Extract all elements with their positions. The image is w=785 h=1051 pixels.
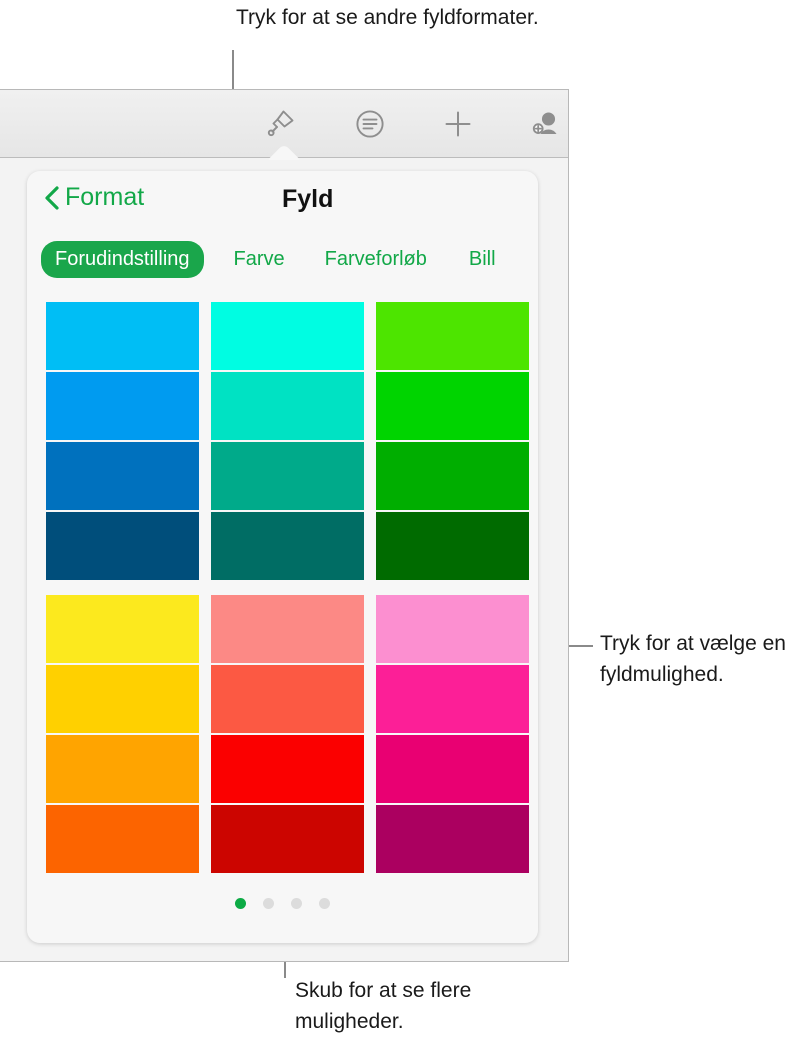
swatch[interactable]: [376, 735, 529, 803]
plus-icon[interactable]: [432, 98, 484, 150]
swatch[interactable]: [211, 665, 364, 733]
swatch[interactable]: [211, 735, 364, 803]
swatch-column-green: [376, 302, 529, 580]
swatch[interactable]: [46, 372, 199, 440]
swatch[interactable]: [46, 665, 199, 733]
page-indicator-dots: [27, 898, 538, 909]
swatch[interactable]: [46, 735, 199, 803]
swatch-column-teal: [211, 302, 364, 580]
swatch[interactable]: [376, 665, 529, 733]
swatch[interactable]: [46, 512, 199, 580]
fill-type-tabs: Forudindstilling Farve Farveforløb Bill: [27, 233, 538, 285]
swatch[interactable]: [211, 372, 364, 440]
back-button-label: Format: [65, 183, 145, 211]
page-dot[interactable]: [235, 898, 246, 909]
swatch-column-yellow-orange: [46, 595, 199, 873]
tab-farveforloeb[interactable]: Farveforløb: [311, 241, 441, 278]
tab-farve[interactable]: Farve: [220, 241, 299, 278]
swatch[interactable]: [376, 595, 529, 663]
callout-top-text: Tryk for at se andre fyldformater.: [236, 6, 539, 29]
swatch-grid-bottom: [46, 595, 529, 873]
swatch[interactable]: [376, 512, 529, 580]
page-dot[interactable]: [291, 898, 302, 909]
popover-arrow: [262, 144, 306, 160]
fill-popover: Format Fyld Forudindstilling Farve Farve…: [27, 171, 538, 943]
tab-billede[interactable]: Bill: [455, 241, 510, 278]
swatch[interactable]: [211, 595, 364, 663]
popover-header: Format Fyld: [27, 171, 538, 233]
swatch[interactable]: [376, 442, 529, 510]
callout-right-text: Tryk for at vælge en fyldmulighed.: [600, 632, 785, 686]
swatch-grid-top: [46, 302, 529, 580]
swatch[interactable]: [211, 302, 364, 370]
page-title: Fyld: [282, 185, 334, 213]
swatch[interactable]: [376, 805, 529, 873]
swatch-column-blue: [46, 302, 199, 580]
swatch[interactable]: [211, 512, 364, 580]
callout-bottom-text: Skub for at se flere muligheder.: [295, 979, 472, 1033]
app-window: Format Fyld Forudindstilling Farve Farve…: [0, 89, 569, 962]
swatch[interactable]: [211, 805, 364, 873]
back-to-format-button[interactable]: Format: [44, 183, 144, 212]
swatch-column-red: [211, 595, 364, 873]
swatch[interactable]: [46, 595, 199, 663]
swatch[interactable]: [46, 442, 199, 510]
swatch[interactable]: [211, 442, 364, 510]
tab-forudindstilling[interactable]: Forudindstilling: [41, 240, 204, 278]
swatch[interactable]: [376, 372, 529, 440]
swatch[interactable]: [376, 302, 529, 370]
swatch-column-pink-magenta: [376, 595, 529, 873]
page-dot[interactable]: [263, 898, 274, 909]
page-dot[interactable]: [319, 898, 330, 909]
paintbrush-icon[interactable]: [254, 98, 306, 150]
toolbar: [0, 90, 568, 158]
swatch[interactable]: [46, 302, 199, 370]
chevron-left-icon: [45, 185, 59, 210]
swatch[interactable]: [46, 805, 199, 873]
paragraph-style-icon[interactable]: [344, 98, 396, 150]
add-person-icon[interactable]: [519, 98, 571, 150]
